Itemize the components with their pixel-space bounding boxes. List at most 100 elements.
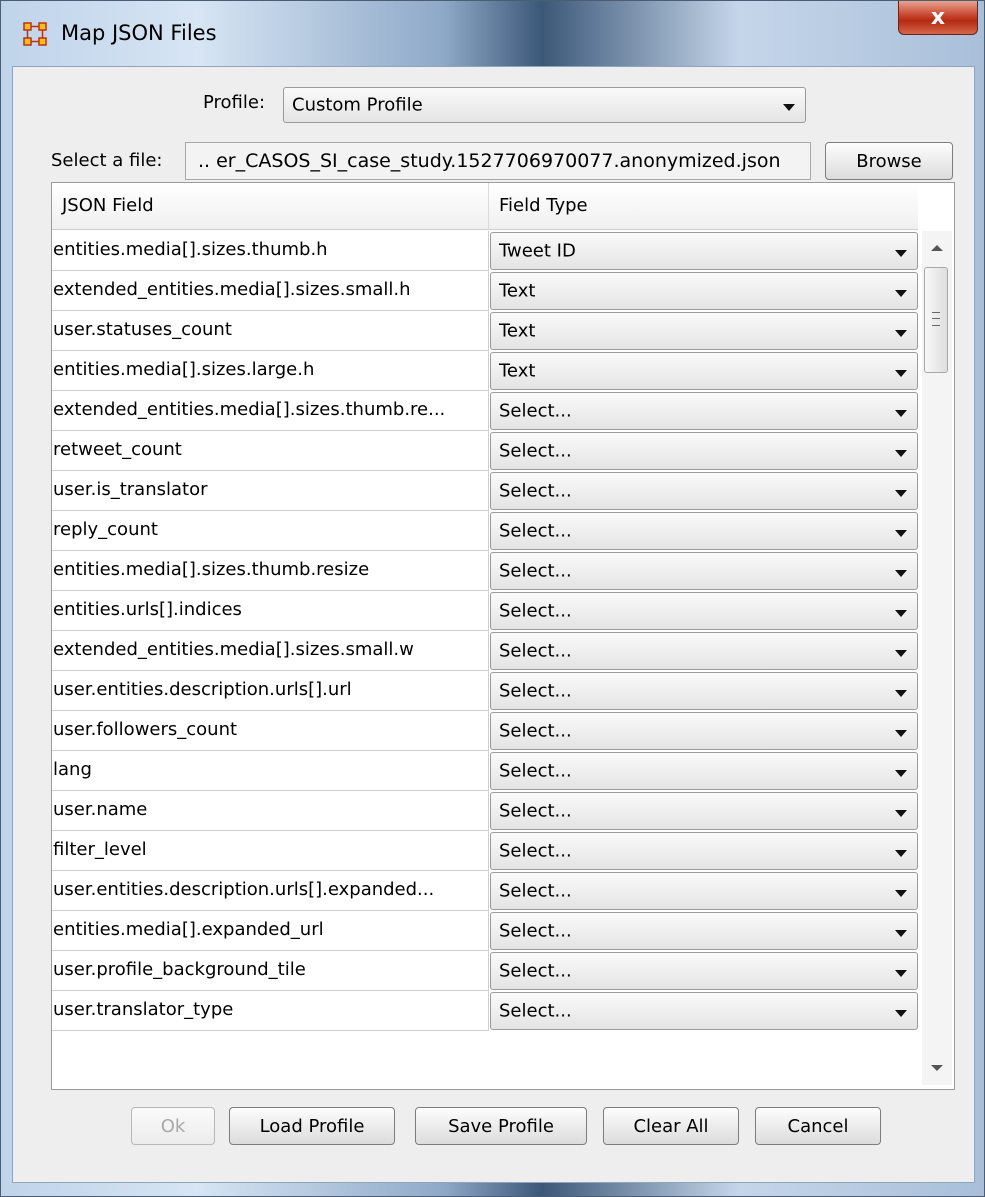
chevron-down-icon	[895, 810, 907, 817]
table-row[interactable]: user.entities.description.urls[].url Sele…	[52, 671, 918, 711]
json-field-cell[interactable]: user.profile_background_tile	[52, 951, 489, 991]
field-type-value: Select...	[499, 560, 572, 582]
field-type-dropdown[interactable]: Select...	[490, 552, 918, 590]
json-field-cell[interactable]: filter_level	[52, 831, 489, 871]
browse-button[interactable]: Browse	[825, 142, 953, 180]
field-type-dropdown[interactable]: Select...	[490, 472, 918, 510]
table-row[interactable]: extended_entities.media[].sizes.thumb.re…	[52, 391, 918, 431]
chevron-down-icon	[895, 650, 907, 657]
json-field-cell[interactable]: reply_count	[52, 511, 489, 551]
field-type-dropdown[interactable]: Text	[490, 312, 918, 350]
table-row[interactable]: user.translator_type Select...	[52, 991, 918, 1031]
field-type-value: Select...	[499, 520, 572, 542]
clear-all-button[interactable]: Clear All	[603, 1107, 739, 1145]
json-field-cell[interactable]: user.is_translator	[52, 471, 489, 511]
vertical-scrollbar[interactable]	[922, 231, 952, 1085]
table-row[interactable]: extended_entities.media[].sizes.small.w S…	[52, 631, 918, 671]
chevron-down-icon	[895, 530, 907, 537]
field-type-dropdown[interactable]: Select...	[490, 952, 918, 990]
json-field-cell[interactable]: extended_entities.media[].sizes.small.h	[52, 271, 489, 311]
json-field-cell[interactable]: user.entities.description.urls[].expande…	[52, 871, 489, 911]
chevron-down-icon	[783, 104, 795, 111]
field-type-value: Select...	[499, 1000, 572, 1022]
table-row[interactable]: user.is_translator Select...	[52, 471, 918, 511]
chevron-down-icon	[895, 770, 907, 777]
table-row[interactable]: retweet_count Select...	[52, 431, 918, 471]
column-header-field-type[interactable]: Field Type	[489, 183, 918, 229]
table-row[interactable]: reply_count Select...	[52, 511, 918, 551]
column-header-json-field[interactable]: JSON Field	[52, 183, 489, 229]
field-type-dropdown[interactable]: Select...	[490, 632, 918, 670]
field-type-dropdown[interactable]: Select...	[490, 832, 918, 870]
json-field-cell[interactable]: lang	[52, 751, 489, 791]
json-field-cell[interactable]: user.name	[52, 791, 489, 831]
dialog-body: Profile: Custom Profile Select a file: .…	[12, 66, 975, 1183]
cancel-button[interactable]: Cancel	[755, 1107, 881, 1145]
json-field-cell[interactable]: retweet_count	[52, 431, 489, 471]
json-field-cell[interactable]: user.followers_count	[52, 711, 489, 751]
field-type-value: Select...	[499, 960, 572, 982]
scroll-down-icon[interactable]	[931, 1065, 943, 1071]
field-type-dropdown[interactable]: Select...	[490, 792, 918, 830]
table-row[interactable]: user.statuses_count Text	[52, 311, 918, 351]
grid-network-icon	[23, 22, 47, 46]
field-type-dropdown[interactable]: Select...	[490, 992, 918, 1030]
field-type-dropdown[interactable]: Text	[490, 272, 918, 310]
field-type-value: Select...	[499, 680, 572, 702]
field-type-dropdown[interactable]: Select...	[490, 432, 918, 470]
field-type-dropdown[interactable]: Select...	[490, 392, 918, 430]
table-body: entities.media[].sizes.thumb.h Tweet ID ex…	[52, 231, 918, 1031]
chevron-down-icon	[895, 970, 907, 977]
table-row[interactable]: user.entities.description.urls[].expande…	[52, 871, 918, 911]
field-type-value: Tweet ID	[499, 240, 576, 262]
table-row[interactable]: filter_level Select...	[52, 831, 918, 871]
save-profile-button[interactable]: Save Profile	[415, 1107, 587, 1145]
title-bar[interactable]: Map JSON Files x	[1, 1, 985, 46]
table-row[interactable]: user.name Select...	[52, 791, 918, 831]
field-type-value: Select...	[499, 800, 572, 822]
table-row[interactable]: lang Select...	[52, 751, 918, 791]
chevron-down-icon	[895, 730, 907, 737]
json-field-cell[interactable]: entities.media[].expanded_url	[52, 911, 489, 951]
json-field-cell[interactable]: entities.media[].sizes.thumb.h	[52, 231, 489, 271]
table-row[interactable]: entities.urls[].indices Select...	[52, 591, 918, 631]
profile-dropdown[interactable]: Custom Profile	[283, 87, 806, 123]
json-field-cell[interactable]: entities.media[].sizes.thumb.resize	[52, 551, 489, 591]
field-type-dropdown[interactable]: Select...	[490, 512, 918, 550]
table-header: JSON Field Field Type	[52, 183, 918, 230]
field-type-dropdown[interactable]: Select...	[490, 592, 918, 630]
chevron-down-icon	[895, 330, 907, 337]
field-type-dropdown[interactable]: Select...	[490, 872, 918, 910]
json-field-cell[interactable]: entities.media[].sizes.large.h	[52, 351, 489, 391]
scroll-up-icon[interactable]	[931, 245, 943, 251]
file-path-field[interactable]: .. er_CASOS_SI_case_study.1527706970077.…	[185, 142, 811, 180]
field-type-dropdown[interactable]: Select...	[490, 672, 918, 710]
table-row[interactable]: entities.media[].expanded_url Select...	[52, 911, 918, 951]
field-type-dropdown[interactable]: Tweet ID	[490, 232, 918, 270]
table-row[interactable]: user.profile_background_tile Select...	[52, 951, 918, 991]
map-json-files-window: Map JSON Files x Profile: Custom Profile…	[0, 0, 985, 1197]
table-row[interactable]: extended_entities.media[].sizes.small.h T…	[52, 271, 918, 311]
field-type-value: Select...	[499, 920, 572, 942]
field-type-dropdown[interactable]: Select...	[490, 752, 918, 790]
json-field-cell[interactable]: extended_entities.media[].sizes.small.w	[52, 631, 489, 671]
field-type-value: Select...	[499, 840, 572, 862]
json-field-cell[interactable]: user.entities.description.urls[].url	[52, 671, 489, 711]
table-row[interactable]: entities.media[].sizes.thumb.h Tweet ID	[52, 231, 918, 271]
load-profile-button[interactable]: Load Profile	[229, 1107, 395, 1145]
table-row[interactable]: entities.media[].sizes.thumb.resize Selec…	[52, 551, 918, 591]
chevron-down-icon	[895, 490, 907, 497]
field-type-dropdown[interactable]: Select...	[490, 712, 918, 750]
json-field-cell[interactable]: user.statuses_count	[52, 311, 489, 351]
chevron-down-icon	[895, 250, 907, 257]
field-type-dropdown[interactable]: Text	[490, 352, 918, 390]
close-button[interactable]: x	[898, 1, 978, 35]
json-field-cell[interactable]: user.translator_type	[52, 991, 489, 1031]
json-field-cell[interactable]: extended_entities.media[].sizes.thumb.re…	[52, 391, 489, 431]
json-field-cell[interactable]: entities.urls[].indices	[52, 591, 489, 631]
ok-button[interactable]: Ok	[131, 1107, 215, 1145]
table-row[interactable]: entities.media[].sizes.large.h Text	[52, 351, 918, 391]
field-type-dropdown[interactable]: Select...	[490, 912, 918, 950]
scrollbar-thumb[interactable]	[924, 267, 948, 373]
table-row[interactable]: user.followers_count Select...	[52, 711, 918, 751]
